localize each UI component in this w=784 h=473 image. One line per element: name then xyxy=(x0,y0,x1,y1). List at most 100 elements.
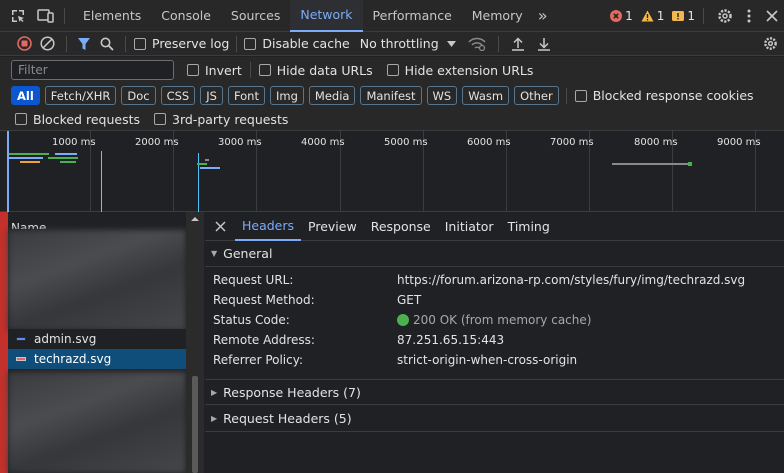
tab-console[interactable]: Console xyxy=(151,0,221,32)
checkbox-box[interactable] xyxy=(154,113,166,125)
tab-memory[interactable]: Memory xyxy=(462,0,533,32)
tab-label: Elements xyxy=(83,8,142,23)
section-title: Request Headers (5) xyxy=(223,411,352,426)
tab-initiator[interactable]: Initiator xyxy=(438,212,501,241)
timeline-tick-label: 5000 ms xyxy=(384,137,428,148)
type-chip-doc[interactable]: Doc xyxy=(121,86,156,105)
type-chip-wasm[interactable]: Wasm xyxy=(462,86,510,105)
type-chip-font[interactable]: Font xyxy=(227,86,265,105)
timeline-bar xyxy=(20,161,40,163)
more-options-icon[interactable] xyxy=(738,0,760,32)
general-section-header[interactable]: ▼ General xyxy=(205,241,784,267)
filter-funnel-icon[interactable] xyxy=(73,32,95,56)
error-count: 1 xyxy=(625,8,633,23)
record-stop-icon[interactable] xyxy=(14,32,34,56)
tab-preview[interactable]: Preview xyxy=(301,212,364,241)
close-devtools-icon[interactable] xyxy=(760,0,784,32)
scrollbar-thumb[interactable] xyxy=(192,376,198,473)
header-key: Request Method: xyxy=(213,293,315,307)
network-overview-timeline[interactable]: 1000 ms 2000 ms 3000 ms 4000 ms 5000 ms … xyxy=(0,131,784,212)
device-toolbar-icon[interactable] xyxy=(32,0,60,32)
timeline-bar xyxy=(55,153,77,155)
type-chip-all[interactable]: All xyxy=(11,86,40,105)
blocked-response-cookies-checkbox[interactable]: Blocked response cookies xyxy=(574,88,754,103)
search-icon[interactable] xyxy=(95,32,119,56)
tab-network[interactable]: Network xyxy=(290,0,363,32)
checkbox-box[interactable] xyxy=(134,37,146,50)
throttling-select[interactable]: No throttling xyxy=(360,36,456,51)
header-key: Referrer Policy: xyxy=(213,353,303,367)
settings-gear-icon[interactable] xyxy=(712,0,738,32)
error-count-badge[interactable]: 1 xyxy=(610,9,633,23)
tab-sources[interactable]: Sources xyxy=(221,0,290,32)
dropdown-arrow-icon xyxy=(446,40,456,47)
filter-input[interactable] xyxy=(11,60,174,80)
request-row-selected[interactable]: techrazd.svg xyxy=(8,349,186,369)
checkbox-box[interactable] xyxy=(187,64,199,76)
type-chip-js[interactable]: JS xyxy=(200,86,223,105)
checkbox-box[interactable] xyxy=(15,113,27,125)
type-chip-fetch-xhr[interactable]: Fetch/XHR xyxy=(44,86,117,105)
request-detail-pane: Headers Preview Response Initiator Timin… xyxy=(205,212,784,473)
timeline-tick-label: 1000 ms xyxy=(52,137,96,148)
blocked-requests-checkbox[interactable]: Blocked requests xyxy=(15,112,140,127)
network-conditions-wifi-icon[interactable] xyxy=(462,32,492,56)
import-har-icon[interactable] xyxy=(505,32,531,56)
inspect-element-icon[interactable] xyxy=(4,0,32,32)
tab-label: Timing xyxy=(507,218,550,234)
request-headers-section-header[interactable]: ▶ Request Headers (5) xyxy=(205,406,784,432)
hide-extension-urls-checkbox[interactable]: Hide extension URLs xyxy=(386,63,533,78)
response-headers-section-header[interactable]: ▶ Response Headers (7) xyxy=(205,379,784,405)
tab-label: Sources xyxy=(230,8,281,23)
blocked-requests-label: Blocked requests xyxy=(33,111,140,127)
tab-performance[interactable]: Performance xyxy=(363,0,462,32)
blocked-response-cookies-label: Blocked response cookies xyxy=(592,88,754,103)
detail-tabs: Headers Preview Response Initiator Timin… xyxy=(205,212,784,241)
error-icon xyxy=(610,9,623,22)
checkbox-box[interactable] xyxy=(244,37,257,50)
tab-headers[interactable]: Headers xyxy=(235,212,302,241)
network-settings-gear-icon[interactable] xyxy=(756,32,784,56)
clear-icon[interactable] xyxy=(34,32,60,56)
timeline-bar xyxy=(9,153,49,155)
tab-label: Console xyxy=(161,8,211,23)
type-chip-css[interactable]: CSS xyxy=(160,86,196,105)
checkbox-box[interactable] xyxy=(574,89,587,102)
warning-count: 1 xyxy=(656,8,665,23)
type-chip-ws[interactable]: WS xyxy=(426,86,458,105)
export-har-icon[interactable] xyxy=(531,32,557,56)
more-tabs-icon[interactable]: » xyxy=(533,0,553,32)
checkbox-box[interactable] xyxy=(258,64,271,76)
request-name: techrazd.svg xyxy=(34,352,112,366)
request-list-scrollbar[interactable] xyxy=(186,212,204,473)
type-chip-img[interactable]: Img xyxy=(269,86,304,105)
request-list-header[interactable]: Name xyxy=(8,212,186,229)
tab-timing[interactable]: Timing xyxy=(501,212,557,241)
tab-label: Initiator xyxy=(444,218,494,234)
preserve-log-checkbox[interactable]: Preserve log xyxy=(134,36,229,51)
invert-checkbox[interactable]: Invert xyxy=(187,63,242,78)
type-chip-media[interactable]: Media xyxy=(308,86,356,105)
third-party-requests-checkbox[interactable]: 3rd-party requests xyxy=(154,112,288,127)
status-value: 200 OK (from memory cache) xyxy=(397,313,591,327)
tab-label: Headers xyxy=(242,217,295,233)
checkbox-box[interactable] xyxy=(386,64,399,76)
timeline-bar xyxy=(688,162,692,166)
issues-count-badge[interactable]: 1 xyxy=(672,9,695,23)
request-row[interactable]: admin.svg xyxy=(8,329,186,349)
timeline-tick-label: 2000 ms xyxy=(135,137,179,148)
type-chip-manifest[interactable]: Manifest xyxy=(360,86,422,105)
tab-label: Memory xyxy=(471,8,523,23)
type-chip-other[interactable]: Other xyxy=(514,86,559,105)
warning-count-badge[interactable]: 1 xyxy=(641,8,665,23)
request-name: admin.svg xyxy=(34,332,97,346)
svg-file-icon xyxy=(16,357,26,361)
timeline-tick-label: 8000 ms xyxy=(634,137,678,148)
tab-response[interactable]: Response xyxy=(364,212,438,241)
close-detail-icon[interactable] xyxy=(205,212,235,241)
tab-label: Performance xyxy=(372,8,452,23)
disable-cache-checkbox[interactable]: Disable cache xyxy=(244,36,350,51)
throttling-value: No throttling xyxy=(359,36,439,51)
tab-elements[interactable]: Elements xyxy=(73,0,151,32)
hide-data-urls-checkbox[interactable]: Hide data URLs xyxy=(258,63,373,78)
